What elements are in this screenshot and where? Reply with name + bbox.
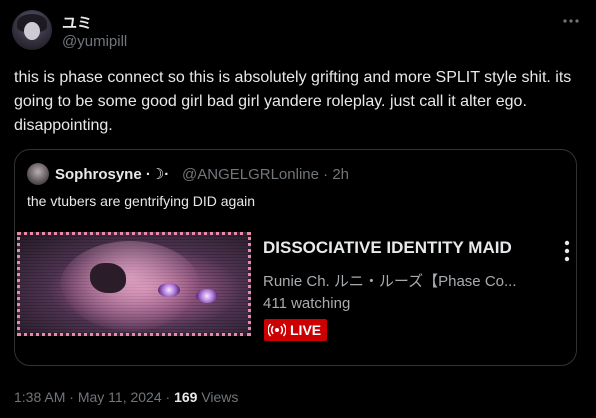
quote-display-name[interactable]: Sophrosyne ·☽·: [55, 165, 169, 183]
broadcast-icon: [268, 323, 286, 337]
display-name[interactable]: ユミ: [62, 12, 92, 33]
live-label: LIVE: [290, 322, 322, 338]
user-avatar[interactable]: [12, 10, 52, 50]
video-title[interactable]: DISSOCIATIVE IDENTITY MAID: [263, 238, 512, 258]
video-thumbnail[interactable]: [17, 232, 251, 336]
more-horizontal-icon: [563, 19, 579, 23]
views-label: Views: [197, 389, 239, 405]
live-badge: LIVE: [264, 319, 328, 341]
video-menu-button[interactable]: [559, 238, 575, 264]
avatar-face: [24, 22, 40, 40]
quote-separator: ·: [318, 166, 333, 183]
tweet-date[interactable]: May 11, 2024: [78, 389, 162, 405]
meta-separator: ·: [161, 389, 175, 405]
quote-handle[interactable]: @ANGELGRLonline: [182, 166, 319, 183]
thumbnail-character: [60, 241, 200, 331]
video-channel[interactable]: Runie Ch. ルニ・ルーズ【Phase Co...: [263, 270, 551, 291]
quote-avatar[interactable]: [27, 163, 49, 185]
tweet-time[interactable]: 1:38 AM: [14, 389, 65, 405]
quote-tweet-card[interactable]: Sophrosyne ·☽· @ANGELGRLonline · 2h the …: [14, 149, 577, 366]
views-count: 169: [174, 389, 198, 405]
thumbnail-hand: [90, 263, 126, 293]
quote-text: the vtubers are gentrifying DID again: [27, 193, 256, 209]
thumbnail-eye: [158, 283, 180, 297]
tweet-meta: 1:38 AM · May 11, 2024 · 169 Views: [14, 389, 238, 405]
thumbnail-eye: [196, 289, 218, 303]
quote-handle-time[interactable]: @ANGELGRLonline · 2h: [182, 166, 349, 183]
vertical-dots-icon: [564, 240, 570, 262]
tweet-text: this is phase connect so this is absolut…: [14, 69, 572, 134]
quote-time[interactable]: 2h: [332, 166, 349, 183]
more-options-button[interactable]: [556, 8, 586, 34]
meta-separator: ·: [65, 389, 78, 405]
video-watching-count: 411 watching: [263, 295, 351, 312]
user-handle[interactable]: @yumipill: [62, 33, 127, 50]
